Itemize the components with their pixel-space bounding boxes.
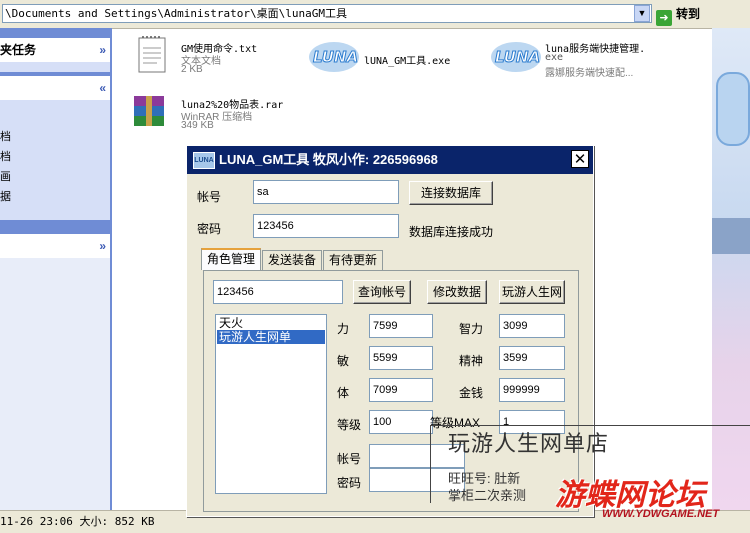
task-section-title: 夹任务 <box>0 43 37 57</box>
account-input[interactable]: sa <box>253 180 399 204</box>
status-text: 11-26 23:06 大小: 852 KB <box>0 515 155 528</box>
chevron-double-down-icon[interactable]: » <box>99 234 106 258</box>
luna-app-icon: LUNA <box>491 42 541 72</box>
file-size: 349 KB <box>181 120 214 131</box>
file-item[interactable] <box>128 94 172 133</box>
vit-label: 体 <box>337 386 350 400</box>
details-section-header[interactable]: » <box>0 234 110 258</box>
spi-input[interactable]: 3599 <box>499 346 565 370</box>
task-section-header[interactable]: 夹任务 » <box>0 38 110 62</box>
file-item[interactable]: LUNA <box>490 40 542 74</box>
agi-input[interactable]: 5599 <box>369 346 433 370</box>
agi-label: 敏 <box>337 354 350 368</box>
winrar-archive-icon <box>134 96 164 126</box>
password-input[interactable]: 123456 <box>253 214 399 238</box>
address-input[interactable]: \Documents and Settings\Administrator\桌面… <box>2 4 652 23</box>
level-input[interactable]: 100 <box>369 410 433 434</box>
level-label: 等级 <box>337 418 362 432</box>
file-desc: 露娜服务端快速配... <box>545 68 634 79</box>
app-icon: LUNA <box>193 152 215 169</box>
luna-logo-fragment <box>716 72 750 146</box>
str-label: 力 <box>337 322 350 336</box>
watermark-line: 掌柜二次亲测 <box>448 488 527 503</box>
watermark-shop-title: 玩游人生网单店 <box>448 431 610 456</box>
decor-band <box>712 218 750 254</box>
file-item[interactable]: LUNA <box>308 40 360 74</box>
task-pane: 夹任务 » « 档 档 画 据 » <box>0 28 112 512</box>
address-toolbar: \Documents and Settings\Administrator\桌面… <box>0 0 750 29</box>
pane-filler <box>0 258 110 512</box>
luna-app-icon: LUNA <box>309 42 359 72</box>
go-button[interactable]: ➜ 转到 <box>656 4 712 26</box>
places-item[interactable]: 档 <box>0 148 11 164</box>
svg-text:LUNA: LUNA <box>313 48 358 66</box>
spi-label: 精神 <box>459 354 484 368</box>
connect-status: 数据库连接成功 <box>409 225 494 239</box>
task-section-body <box>0 62 110 72</box>
tab-pending-update[interactable]: 有待更新 <box>323 250 383 270</box>
places-section-header[interactable]: « <box>0 76 110 100</box>
chevron-double-up-icon[interactable]: « <box>99 76 106 100</box>
site-url: WWW.YDWGAME.NET <box>602 508 720 520</box>
money-input[interactable]: 999999 <box>499 378 565 402</box>
account-label: 帐号 <box>197 190 222 204</box>
text-document-icon <box>138 36 166 73</box>
list-item-selected[interactable]: 玩游人生网单 <box>217 330 325 344</box>
site-button[interactable]: 玩游人生网 <box>499 280 565 304</box>
chevron-down-icon[interactable]: ▼ <box>634 5 650 22</box>
money-label: 金钱 <box>459 386 484 400</box>
password2-label: 密码 <box>337 476 362 490</box>
places-item[interactable]: 画 <box>0 168 11 184</box>
file-size: 2 KB <box>181 64 203 75</box>
file-type: exe <box>545 52 564 63</box>
arrow-right-icon: ➜ <box>656 10 672 26</box>
file-name: lUNA_GM工具.exe <box>364 56 451 67</box>
tab-send-equipment[interactable]: 发送装备 <box>262 250 322 270</box>
modify-data-button[interactable]: 修改数据 <box>427 280 487 304</box>
vit-input[interactable]: 7099 <box>369 378 433 402</box>
places-item[interactable]: 档 <box>0 128 11 144</box>
gm-tool-dialog: LUNA LUNA_GM工具 牧风小作: 226596968 ✕ 帐号 sa 连… <box>186 145 594 517</box>
account2-label: 帐号 <box>337 452 362 466</box>
places-section-body: 档 档 画 据 <box>0 100 110 220</box>
chevron-double-down-icon[interactable]: » <box>99 38 106 62</box>
connect-db-button[interactable]: 连接数据库 <box>409 181 493 205</box>
password-label: 密码 <box>197 222 222 236</box>
list-item[interactable]: 天火 <box>217 316 325 330</box>
int-label: 智力 <box>459 322 484 336</box>
places-item[interactable]: 据 <box>0 188 11 204</box>
int-input[interactable]: 3099 <box>499 314 565 338</box>
query-account-button[interactable]: 查询帐号 <box>353 280 411 304</box>
close-button[interactable]: ✕ <box>571 150 589 168</box>
dialog-titlebar[interactable]: LUNA LUNA_GM工具 牧风小作: 226596968 ✕ <box>187 146 593 174</box>
file-item[interactable] <box>136 34 170 77</box>
search-account-input[interactable]: 123456 <box>213 280 343 304</box>
go-label: 转到 <box>676 7 701 21</box>
character-list[interactable]: 天火 玩游人生网单 <box>215 314 327 494</box>
str-input[interactable]: 7599 <box>369 314 433 338</box>
tab-role-management[interactable]: 角色管理 <box>201 248 261 270</box>
svg-text:LUNA: LUNA <box>495 48 540 66</box>
watermark-rule <box>430 425 431 503</box>
background-window <box>712 28 750 510</box>
dialog-title: LUNA_GM工具 牧风小作: 226596968 <box>219 152 438 167</box>
